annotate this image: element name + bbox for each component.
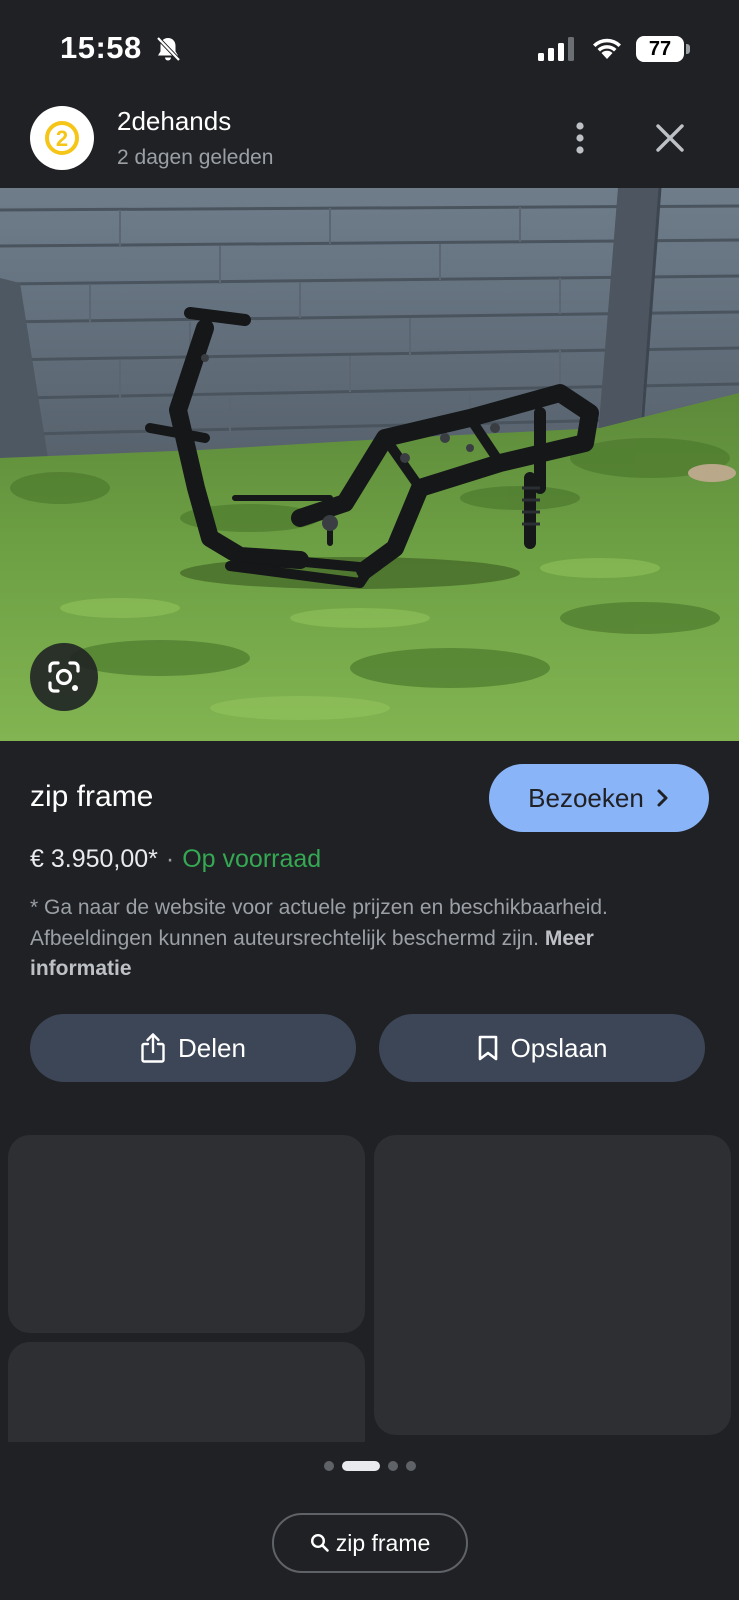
bookmark-icon	[478, 1035, 497, 1061]
pager-dot[interactable]	[406, 1461, 416, 1471]
save-label: Opslaan	[510, 1032, 608, 1063]
save-button[interactable]: Opslaan	[379, 1014, 705, 1082]
screen: 15:58 77 2 2dehands 2 dagen geleden zip …	[0, 0, 739, 1600]
separator: ·	[165, 845, 175, 873]
chevron-right-icon	[657, 789, 668, 807]
price: € 3.950,00*	[30, 845, 158, 873]
scooter-frame-photo	[0, 188, 739, 741]
google-lens-icon	[48, 661, 80, 693]
visit-button[interactable]: Bezoeken	[489, 764, 709, 832]
battery-icon: 77	[636, 36, 690, 62]
search-chip[interactable]: zip frame	[272, 1513, 468, 1573]
availability-status: Op voorraad	[182, 845, 322, 873]
related-result-card[interactable]	[8, 1342, 365, 1442]
search-query: zip frame	[335, 1529, 431, 1556]
site-name[interactable]: 2dehands	[117, 106, 231, 137]
visit-label: Bezoeken	[528, 782, 644, 813]
pager-dot[interactable]	[324, 1461, 334, 1471]
site-logo[interactable]: 2	[30, 106, 94, 170]
share-icon	[141, 1033, 165, 1063]
close-button[interactable]	[646, 114, 694, 162]
more-options-button[interactable]	[556, 112, 604, 164]
battery-level: 77	[636, 36, 684, 62]
related-result-card[interactable]	[374, 1135, 731, 1435]
posted-time: 2 dagen geleden	[117, 146, 274, 169]
site-logo-mark: 2	[45, 121, 79, 155]
product-image[interactable]	[0, 188, 739, 741]
disclaimer-text: * Ga naar de website voor actuele prijze…	[30, 896, 608, 950]
share-label: Delen	[178, 1032, 246, 1063]
related-result-card[interactable]	[8, 1135, 365, 1333]
google-lens-button[interactable]	[30, 643, 98, 711]
more-vertical-icon	[576, 122, 584, 154]
pager-dot-active[interactable]	[342, 1461, 380, 1471]
source-header: 2 2dehands 2 dagen geleden	[0, 96, 739, 188]
price-disclaimer: * Ga naar de website voor actuele prijze…	[30, 893, 690, 985]
svg-text:2: 2	[56, 126, 68, 151]
carousel-pager	[0, 1459, 739, 1473]
close-icon	[656, 124, 684, 152]
status-bar: 15:58 77	[0, 0, 739, 96]
cellular-signal-icon	[538, 37, 574, 61]
share-button[interactable]: Delen	[30, 1014, 356, 1082]
product-title: zip frame	[30, 780, 154, 813]
status-time: 15:58	[60, 30, 142, 65]
price-line: € 3.950,00* · Op voorraad	[30, 845, 321, 874]
search-icon	[310, 1533, 329, 1552]
bell-off-icon	[156, 36, 181, 62]
wifi-icon	[593, 38, 621, 59]
pager-dot[interactable]	[388, 1461, 398, 1471]
